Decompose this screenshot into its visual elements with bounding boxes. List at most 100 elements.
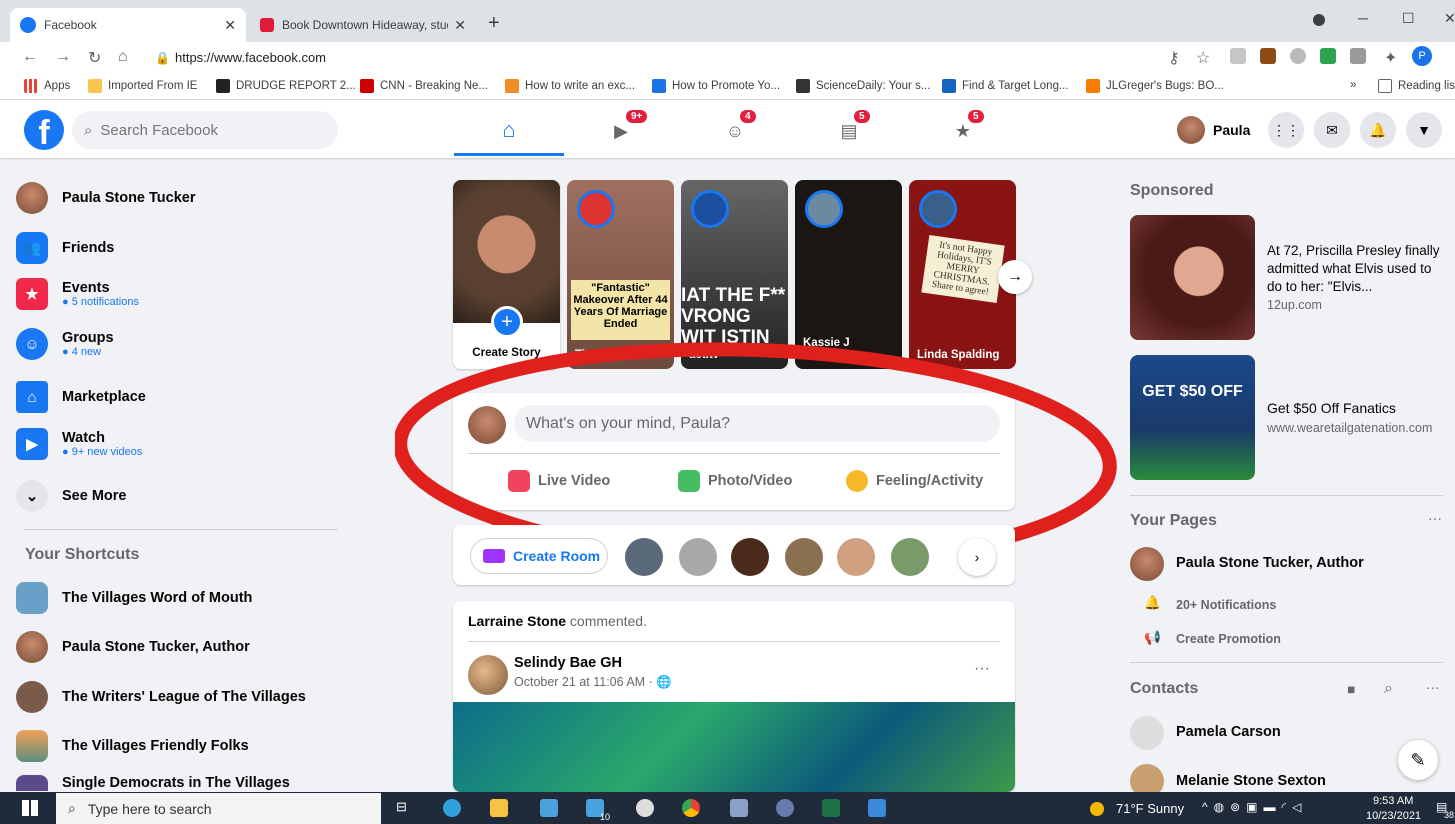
- sidebar-item-groups[interactable]: ☺ Groups ● 4 new: [16, 328, 336, 360]
- contact-avatar[interactable]: [679, 538, 717, 576]
- shortcut-item[interactable]: The Villages Word of Mouth: [16, 582, 336, 614]
- minimize-icon[interactable]: ─: [1358, 10, 1368, 26]
- close-tab-icon[interactable]: ✕: [224, 17, 236, 34]
- shortcut-item[interactable]: The Writers' League of The Villages: [16, 681, 336, 713]
- sidebar-item-marketplace[interactable]: ⌂ Marketplace: [16, 381, 336, 413]
- browser-tab-facebook[interactable]: Facebook ✕: [10, 8, 246, 42]
- file-explorer-icon[interactable]: [490, 799, 508, 817]
- home-icon[interactable]: ⌂: [118, 48, 128, 66]
- new-tab-button[interactable]: +: [488, 12, 500, 35]
- create-promotion-link[interactable]: Create Promotion: [1176, 632, 1281, 646]
- post-author[interactable]: Selindy Bae GH: [514, 655, 622, 671]
- contacts-more-icon[interactable]: ···: [1426, 680, 1440, 695]
- bookmark-promote[interactable]: How to Promote Yo...: [652, 79, 780, 93]
- contact-avatar[interactable]: [731, 538, 769, 576]
- contact-name[interactable]: Melanie Stone Sexton: [1176, 773, 1326, 789]
- photos-icon[interactable]: [868, 799, 886, 817]
- forward-icon[interactable]: →: [55, 48, 71, 66]
- taskbar-search[interactable]: ⌕ Type here to search: [56, 793, 381, 824]
- extension-k-icon[interactable]: [1260, 48, 1276, 64]
- shortcut-item[interactable]: The Villages Friendly Folks: [16, 730, 336, 762]
- reading-list[interactable]: Reading lis: [1378, 79, 1455, 93]
- weather-text[interactable]: 71°F Sunny: [1116, 801, 1184, 816]
- your-page-link[interactable]: Paula Stone Tucker, Author: [1176, 555, 1364, 571]
- key-icon[interactable]: ⚷: [1168, 48, 1180, 68]
- add-story-icon[interactable]: +: [491, 306, 523, 338]
- sidebar-item-events[interactable]: ★ Events ● 5 notifications: [16, 278, 336, 310]
- dell-icon[interactable]: [636, 799, 654, 817]
- sidebar-item-friends[interactable]: 👥 Friends: [16, 232, 336, 264]
- contact-avatar[interactable]: [625, 538, 663, 576]
- sidebar-item-profile[interactable]: Paula Stone Tucker: [16, 182, 336, 214]
- contact-avatar[interactable]: [785, 538, 823, 576]
- system-tray-icons[interactable]: ^◍⊚▣▬◜◁: [1202, 800, 1307, 814]
- lock-icon[interactable]: 🔒: [155, 51, 170, 65]
- reload-icon[interactable]: ↻: [88, 48, 101, 68]
- search-input[interactable]: [100, 121, 301, 139]
- clock-date[interactable]: 10/23/2021: [1366, 810, 1421, 822]
- puzzle-icon[interactable]: ✦: [1384, 48, 1397, 68]
- bookmark-bugs[interactable]: JLGreger's Bugs: BO...: [1086, 79, 1224, 93]
- extension-check-icon[interactable]: [1320, 48, 1336, 64]
- ad-headline[interactable]: At 72, Priscilla Presley finally admitte…: [1267, 242, 1447, 296]
- bookmark-apps[interactable]: Apps: [24, 79, 70, 93]
- avatar[interactable]: [1130, 716, 1164, 750]
- shortcut-item[interactable]: Single Democrats in The Villages Social: [16, 775, 336, 791]
- new-message-icon[interactable]: ✎: [1398, 740, 1438, 780]
- ad-image[interactable]: GET $50 OFF: [1130, 355, 1255, 480]
- clock-time[interactable]: 9:53 AM: [1373, 795, 1413, 807]
- chrome-account-icon[interactable]: [1313, 14, 1325, 26]
- bookmark-star-icon[interactable]: ☆: [1196, 48, 1210, 68]
- extension-icon[interactable]: [1230, 48, 1246, 64]
- create-room-button[interactable]: Create Room: [470, 538, 608, 574]
- tab-home[interactable]: ⌂: [454, 106, 564, 156]
- video-call-icon[interactable]: ■: [1347, 682, 1355, 697]
- url-field[interactable]: https://www.facebook.com: [175, 50, 326, 65]
- task-view-icon[interactable]: ⊟: [396, 799, 414, 817]
- page-notifications-link[interactable]: 20+ Notifications: [1176, 598, 1276, 612]
- bookmark-sciencedaily[interactable]: ScienceDaily: Your s...: [796, 79, 930, 93]
- bookmark-folder[interactable]: Imported From IE: [88, 79, 197, 93]
- search-box[interactable]: ⌕: [72, 111, 338, 149]
- tab-watch[interactable]: ▶ 9+: [566, 106, 676, 156]
- avatar[interactable]: [468, 655, 508, 695]
- commenter-link[interactable]: Larraine Stone: [468, 613, 566, 629]
- bookmark-cnn[interactable]: CNN - Breaking Ne...: [360, 79, 488, 93]
- bookmark-write[interactable]: How to write an exc...: [505, 79, 635, 93]
- account-chevron-icon[interactable]: ▼: [1406, 112, 1442, 148]
- edge-icon[interactable]: [443, 799, 461, 817]
- avatar[interactable]: [1130, 547, 1164, 581]
- browser-tab-booking[interactable]: Book Downtown Hideaway, studi ✕: [250, 8, 476, 42]
- extension-icon[interactable]: [1290, 48, 1306, 64]
- search-icon[interactable]: ⌕: [1384, 680, 1393, 698]
- messenger-icon[interactable]: ✉: [1314, 112, 1350, 148]
- back-icon[interactable]: ←: [22, 48, 38, 66]
- excel-icon[interactable]: [822, 799, 840, 817]
- post-timestamp[interactable]: October 21 at 11:06 AM · 🌐: [514, 675, 672, 690]
- bookmark-find-target[interactable]: Find & Target Long...: [942, 79, 1069, 93]
- menu-grid-icon[interactable]: ⋮⋮: [1268, 112, 1304, 148]
- maximize-icon[interactable]: ☐: [1402, 10, 1415, 27]
- close-window-icon[interactable]: ✕: [1444, 10, 1455, 27]
- notifications-bell-icon[interactable]: 🔔: [1360, 112, 1396, 148]
- extension-icon[interactable]: [1350, 48, 1366, 64]
- bookmarks-overflow[interactable]: »: [1350, 79, 1356, 91]
- close-tab-icon[interactable]: ✕: [454, 17, 466, 34]
- tab-gaming[interactable]: ★ 5: [908, 106, 1018, 156]
- windows-start-icon[interactable]: [22, 800, 38, 816]
- ad-headline[interactable]: Get $50 Off Fanatics: [1267, 400, 1396, 416]
- profile-avatar[interactable]: P: [1412, 46, 1432, 66]
- store-icon[interactable]: [540, 799, 558, 817]
- calculator-icon[interactable]: [730, 799, 748, 817]
- facebook-logo[interactable]: f: [24, 110, 64, 150]
- sidebar-item-watch[interactable]: ▶ Watch ● 9+ new videos: [16, 428, 336, 460]
- sidebar-see-more[interactable]: ⌄ See More: [16, 480, 336, 512]
- tab-pages[interactable]: ▤ 5: [794, 106, 904, 156]
- rooms-next-button[interactable]: ›: [958, 538, 996, 576]
- post-more-icon[interactable]: ···: [974, 660, 990, 678]
- tab-groups[interactable]: ☺ 4: [680, 106, 790, 156]
- stories-next-button[interactable]: →: [998, 260, 1032, 294]
- bookmark-drudge[interactable]: DRUDGE REPORT 2...: [216, 79, 356, 93]
- shortcut-item[interactable]: Paula Stone Tucker, Author: [16, 631, 336, 663]
- contact-avatar[interactable]: [837, 538, 875, 576]
